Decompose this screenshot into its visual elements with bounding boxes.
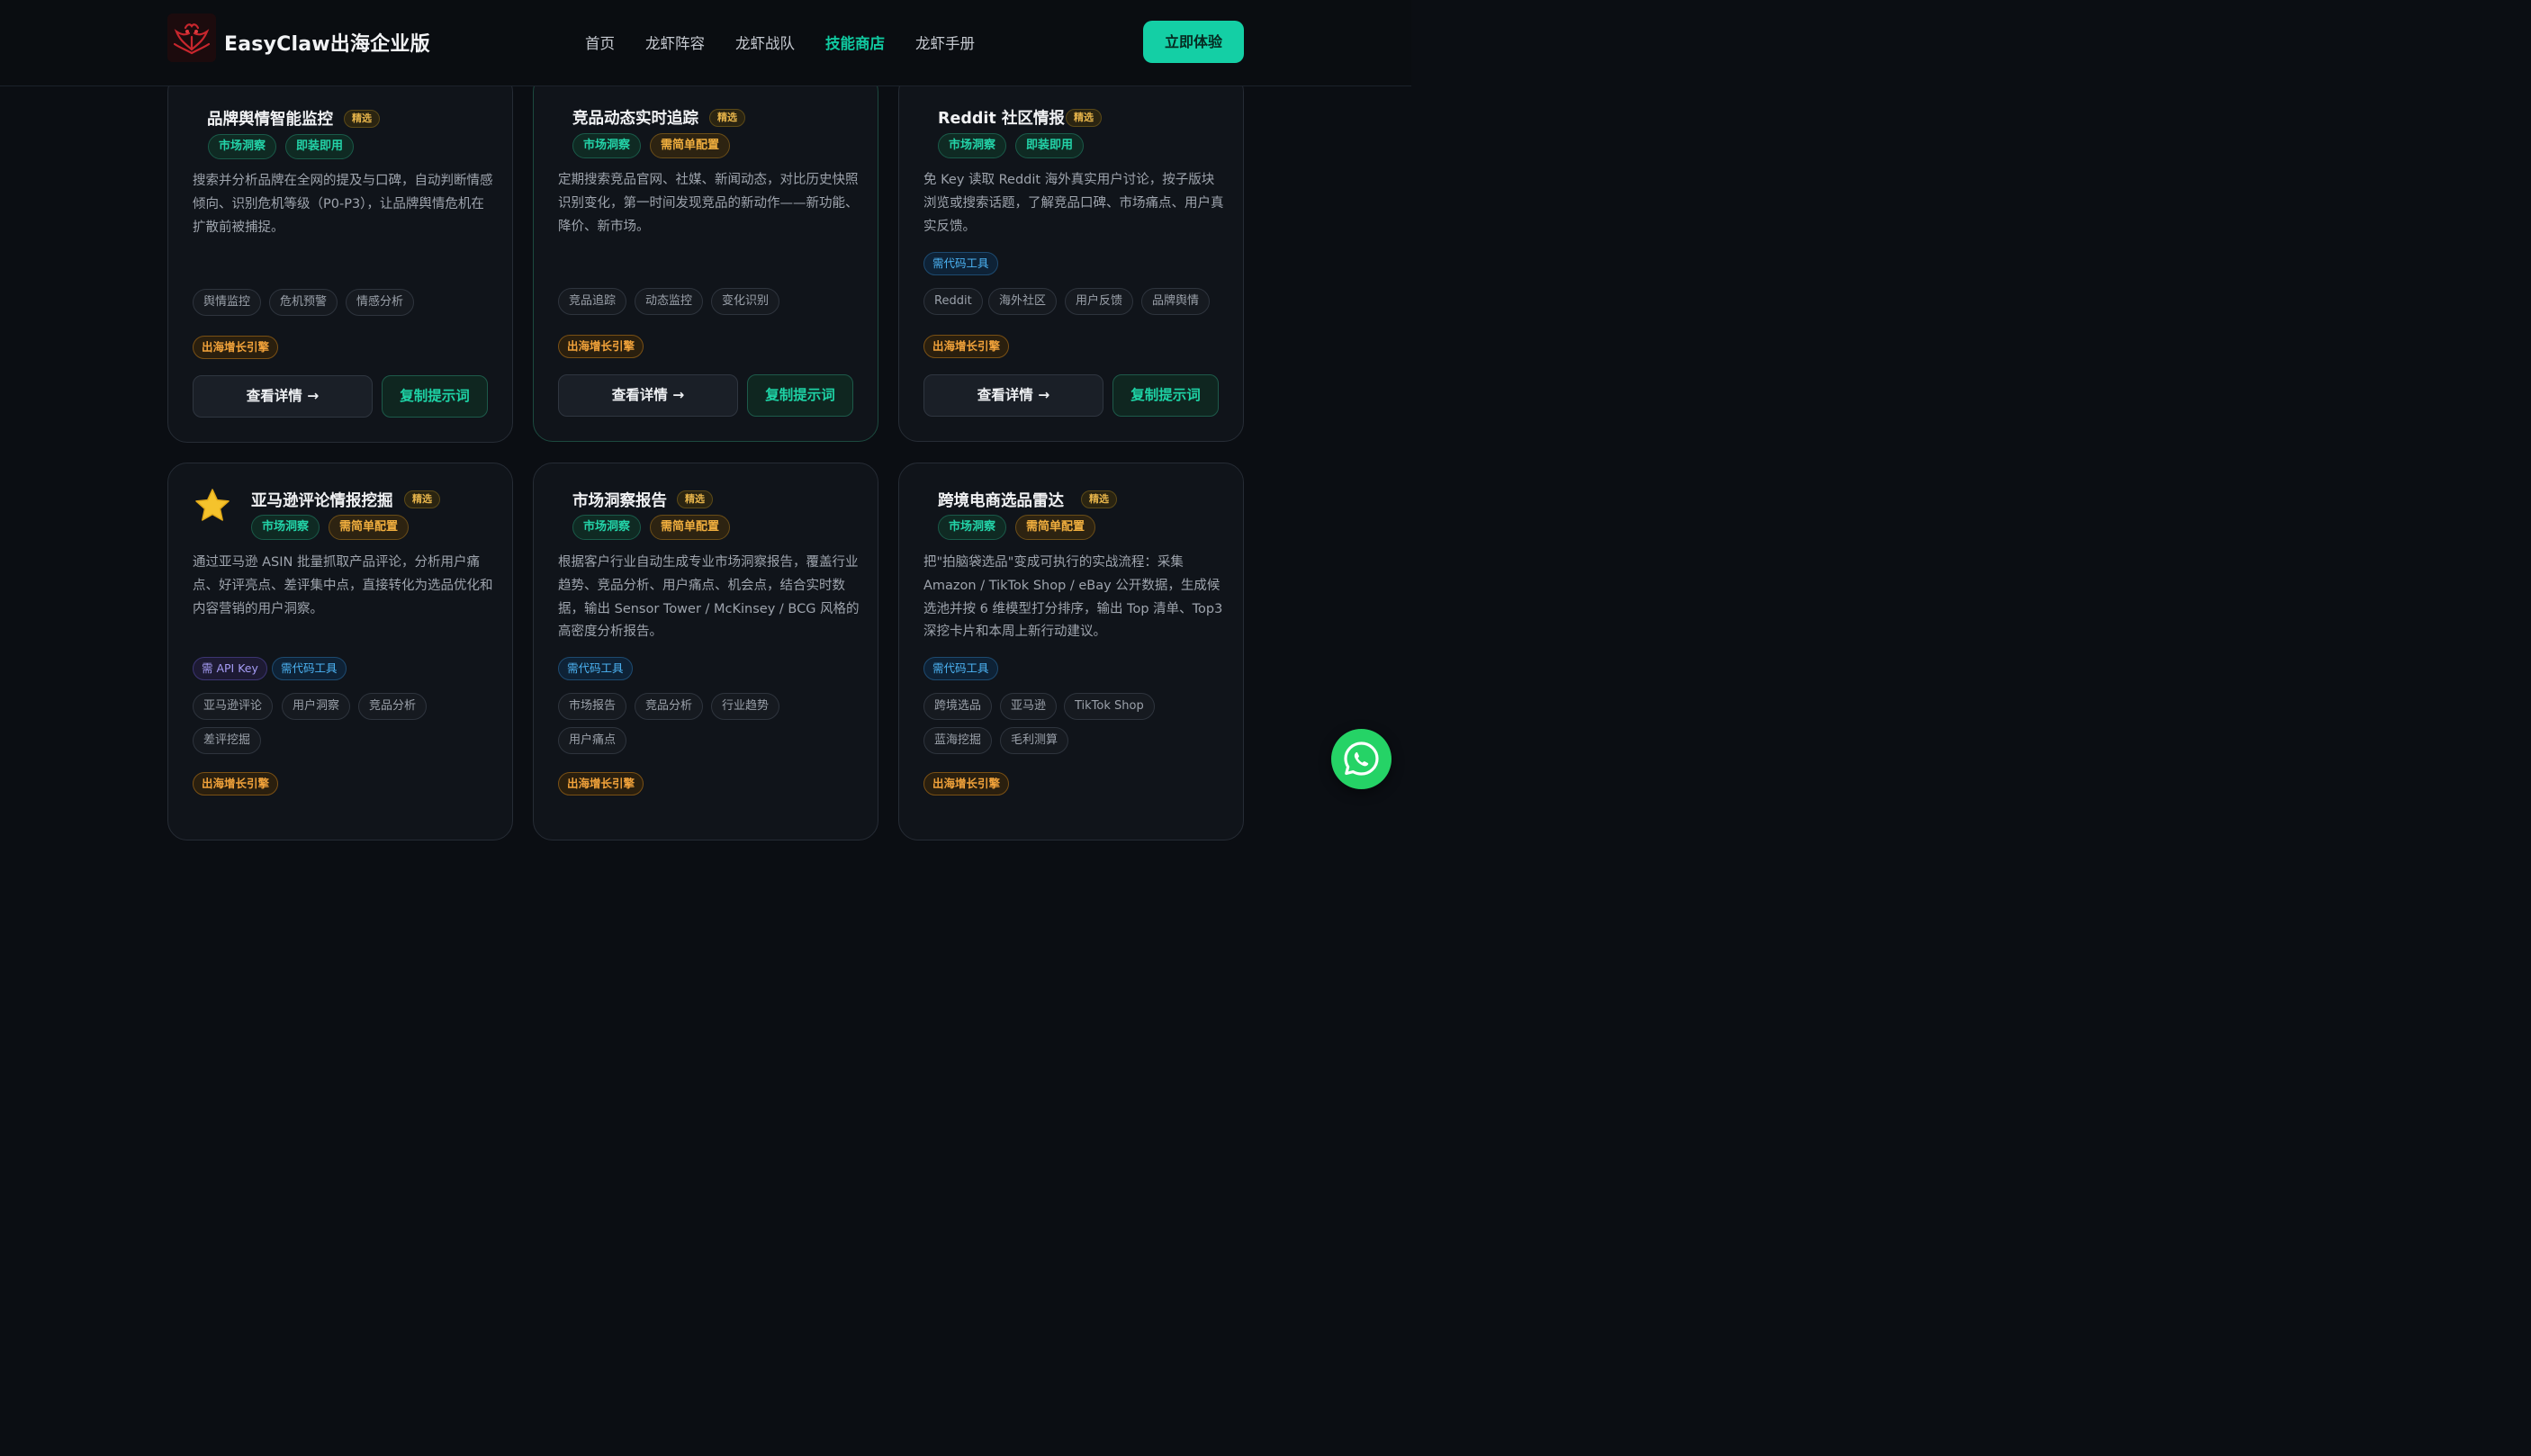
- card-description: 搜索并分析品牌在全网的提及与口碑，自动判断情感倾向、识别危机等级（P0-P3），…: [193, 174, 493, 235]
- requirement-badge: 需代码工具: [923, 657, 998, 680]
- tag: 危机预警: [269, 289, 338, 316]
- skill-card-brand-monitor: 品牌舆情智能监控 精选 市场洞察 即装即用 搜索并分析品牌在全网的提及与口碑，自…: [167, 72, 513, 443]
- card-description: 定期搜索竞品官网、社媒、新闻动态，对比历史快照识别变化，第一时间发现竞品的新动作…: [558, 173, 859, 234]
- category-pill: 市场洞察: [938, 133, 1007, 158]
- tag: 舆情监控: [193, 289, 262, 316]
- tag: 毛利测算: [1000, 727, 1069, 754]
- skill-card-amazon-reviews: 亚马逊评论情报挖掘 精选 市场洞察 需简单配置 通过亚马逊 ASIN 批量抓取产…: [167, 463, 513, 840]
- setup-pill: 即装即用: [1015, 133, 1085, 158]
- logo[interactable]: [167, 13, 216, 62]
- copy-prompt-button[interactable]: 复制提示词: [382, 375, 488, 418]
- nav-item-home[interactable]: 首页: [585, 31, 615, 53]
- card-description: 根据客户行业自动生成专业市场洞察报告，覆盖行业趋势、竞品分析、用户痛点、机会点，…: [558, 555, 860, 640]
- view-details-button[interactable]: 查看详情 →: [193, 375, 373, 418]
- growth-badge: 出海增长引擎: [193, 336, 279, 359]
- tag: 情感分析: [346, 289, 415, 316]
- nav-item-skill-store[interactable]: 技能商店: [825, 31, 885, 53]
- card-title: 竞品动态实时追踪: [572, 110, 698, 128]
- view-details-button[interactable]: 查看详情 →: [558, 374, 738, 417]
- tag: 动态监控: [635, 288, 704, 315]
- setup-pill: 需简单配置: [329, 515, 410, 540]
- whatsapp-icon: [1344, 741, 1379, 776]
- setup-pill: 需简单配置: [650, 515, 731, 540]
- tag: 行业趋势: [711, 693, 780, 720]
- tag: 市场报告: [558, 693, 627, 720]
- setup-pill: 即装即用: [285, 134, 355, 159]
- requirement-badge: 需代码工具: [923, 252, 998, 275]
- card-description: 免 Key 读取 Reddit 海外真实用户讨论，按子版块浏览或搜索话题，了解竞…: [923, 173, 1224, 234]
- whatsapp-button[interactable]: [1331, 729, 1392, 789]
- tag: 竞品追踪: [558, 288, 627, 315]
- skill-card-product-radar: 跨境电商选品雷达 精选 市场洞察 需简单配置 把"拍脑袋选品"变成可执行的实战流…: [898, 463, 1244, 840]
- category-pill: 市场洞察: [208, 134, 277, 159]
- skill-card-competitor-tracking: 竞品动态实时追踪 精选 市场洞察 需简单配置 定期搜索竞品官网、社媒、新闻动态，…: [533, 72, 878, 442]
- tag: 变化识别: [711, 288, 780, 315]
- setup-pill: 需简单配置: [1015, 515, 1096, 540]
- main-nav: 首页 龙虾阵容 龙虾战队 技能商店 龙虾手册: [585, 31, 1005, 53]
- featured-badge: 精选: [1066, 109, 1102, 127]
- growth-badge: 出海增长引擎: [558, 772, 644, 795]
- card-title: 品牌舆情智能监控: [207, 111, 333, 129]
- skill-card-reddit-intel: Reddit 社区情报 精选 市场洞察 即装即用 免 Key 读取 Reddit…: [898, 72, 1244, 442]
- nav-item-team[interactable]: 龙虾战队: [735, 31, 795, 53]
- copy-prompt-button[interactable]: 复制提示词: [1112, 374, 1219, 417]
- tag: TikTok Shop: [1064, 693, 1155, 720]
- tag: 蓝海挖掘: [923, 727, 993, 754]
- growth-badge: 出海增长引擎: [558, 335, 644, 358]
- requirement-badge: 需代码工具: [558, 657, 633, 680]
- card-title: 市场洞察报告: [572, 492, 667, 510]
- category-pill: 市场洞察: [572, 515, 642, 540]
- view-details-button[interactable]: 查看详情 →: [923, 374, 1103, 417]
- lobster-logo-icon: [167, 13, 216, 62]
- copy-prompt-button[interactable]: 复制提示词: [747, 374, 853, 417]
- try-now-button[interactable]: 立即体验: [1143, 21, 1244, 63]
- tag: 差评挖掘: [193, 727, 262, 754]
- card-description: 把"拍脑袋选品"变成可执行的实战流程：采集 Amazon / TikTok Sh…: [923, 555, 1223, 640]
- tag: 跨境选品: [923, 693, 993, 720]
- card-title: 亚马逊评论情报挖掘: [251, 492, 393, 510]
- tag: Reddit: [923, 288, 983, 315]
- brand-name[interactable]: EasyClaw出海企业版: [224, 28, 430, 57]
- nav-item-lineup[interactable]: 龙虾阵容: [645, 31, 705, 53]
- setup-pill: 需简单配置: [650, 133, 731, 158]
- tag: 用户反馈: [1065, 288, 1134, 315]
- tag: 海外社区: [988, 288, 1058, 315]
- requirement-badge: 需 API Key: [193, 657, 267, 680]
- tag: 品牌舆情: [1141, 288, 1211, 315]
- category-pill: 市场洞察: [251, 515, 320, 540]
- tag: 用户痛点: [558, 727, 627, 754]
- tag: 亚马逊评论: [193, 693, 274, 720]
- featured-badge: 精选: [709, 109, 745, 127]
- tag: 亚马逊: [1000, 693, 1058, 720]
- card-title: Reddit 社区情报: [938, 110, 1065, 128]
- category-pill: 市场洞察: [938, 515, 1007, 540]
- growth-badge: 出海增长引擎: [923, 772, 1010, 795]
- requirement-badge: 需代码工具: [272, 657, 347, 680]
- featured-badge: 精选: [344, 110, 380, 128]
- featured-badge: 精选: [1081, 490, 1117, 508]
- star-icon: [195, 489, 230, 521]
- card-title: 跨境电商选品雷达: [938, 492, 1064, 510]
- featured-badge: 精选: [677, 490, 713, 508]
- tag: 用户洞察: [282, 693, 351, 720]
- tag: 竞品分析: [358, 693, 428, 720]
- tag: 竞品分析: [635, 693, 704, 720]
- growth-badge: 出海增长引擎: [193, 772, 279, 795]
- growth-badge: 出海增长引擎: [923, 335, 1010, 358]
- card-description: 通过亚马逊 ASIN 批量抓取产品评论，分析用户痛点、好评亮点、差评集中点，直接…: [193, 555, 493, 616]
- skill-card-market-report: 市场洞察报告 精选 市场洞察 需简单配置 根据客户行业自动生成专业市场洞察报告，…: [533, 463, 878, 840]
- nav-item-manual[interactable]: 龙虾手册: [915, 31, 975, 53]
- top-header: EasyClaw出海企业版 首页 龙虾阵容 龙虾战队 技能商店 龙虾手册 立即体…: [0, 0, 1411, 86]
- featured-badge: 精选: [404, 490, 440, 508]
- category-pill: 市场洞察: [572, 133, 642, 158]
